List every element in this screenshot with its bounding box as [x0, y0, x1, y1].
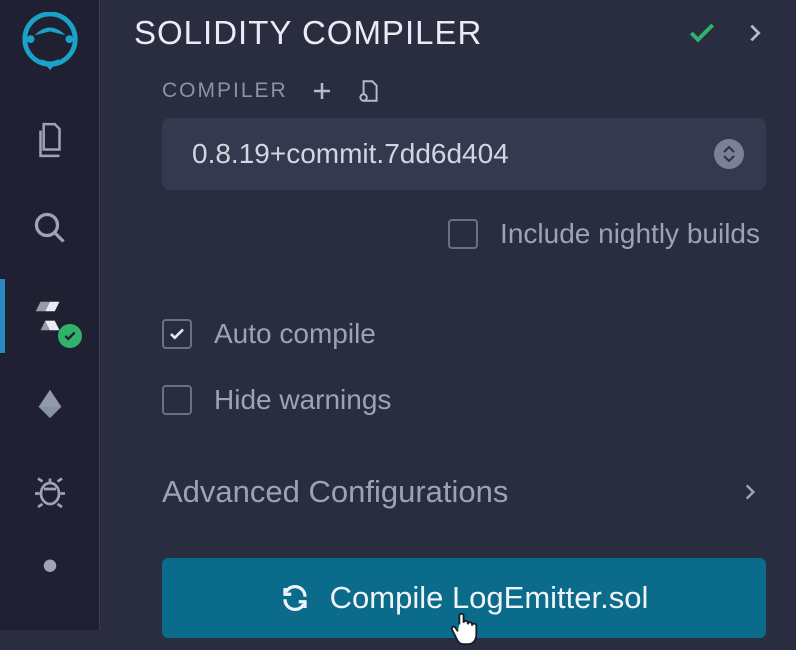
compile-button-label: Compile LogEmitter.sol [330, 580, 649, 616]
file-explorer-icon[interactable] [28, 118, 72, 162]
icon-sidebar [0, 0, 100, 630]
include-nightly-row: Include nightly builds [162, 218, 760, 250]
include-nightly-checkbox[interactable] [448, 219, 478, 249]
chevron-right-icon [740, 482, 760, 502]
refresh-icon [280, 583, 310, 613]
remix-logo-icon [19, 12, 81, 74]
cursor-pointer-icon [448, 610, 482, 650]
compiler-file-icon[interactable] [356, 78, 382, 104]
compile-success-icon [686, 17, 718, 49]
debugger-icon[interactable] [28, 470, 72, 514]
compiler-version-select[interactable]: 0.8.19+commit.7dd6d404 [162, 118, 766, 190]
panel-title: SOLIDITY COMPILER [134, 14, 482, 52]
solidity-compiler-icon[interactable] [28, 294, 72, 338]
auto-compile-label: Auto compile [214, 318, 376, 350]
status-ok-badge [58, 324, 82, 348]
include-nightly-label: Include nightly builds [500, 218, 760, 250]
add-compiler-icon[interactable] [310, 79, 334, 103]
plugin-manager-icon[interactable] [28, 550, 72, 594]
auto-compile-row: Auto compile [162, 318, 766, 350]
auto-compile-checkbox[interactable] [162, 319, 192, 349]
hide-warnings-checkbox[interactable] [162, 385, 192, 415]
search-icon[interactable] [28, 206, 72, 250]
chevron-right-icon[interactable] [744, 22, 766, 44]
hide-warnings-label: Hide warnings [214, 384, 391, 416]
advanced-label: Advanced Configurations [162, 474, 508, 510]
select-updown-icon [714, 139, 744, 169]
panel-header: SOLIDITY COMPILER [134, 14, 766, 52]
compiler-section-label: COMPILER [162, 78, 766, 104]
compiler-version-value: 0.8.19+commit.7dd6d404 [192, 138, 509, 170]
solidity-compiler-panel: SOLIDITY COMPILER COMPILER [100, 0, 796, 630]
advanced-configurations-toggle[interactable]: Advanced Configurations [162, 474, 766, 510]
hide-warnings-row: Hide warnings [162, 384, 766, 416]
deploy-run-icon[interactable] [28, 382, 72, 426]
compiler-label: COMPILER [162, 79, 288, 103]
compile-button[interactable]: Compile LogEmitter.sol [162, 558, 766, 638]
